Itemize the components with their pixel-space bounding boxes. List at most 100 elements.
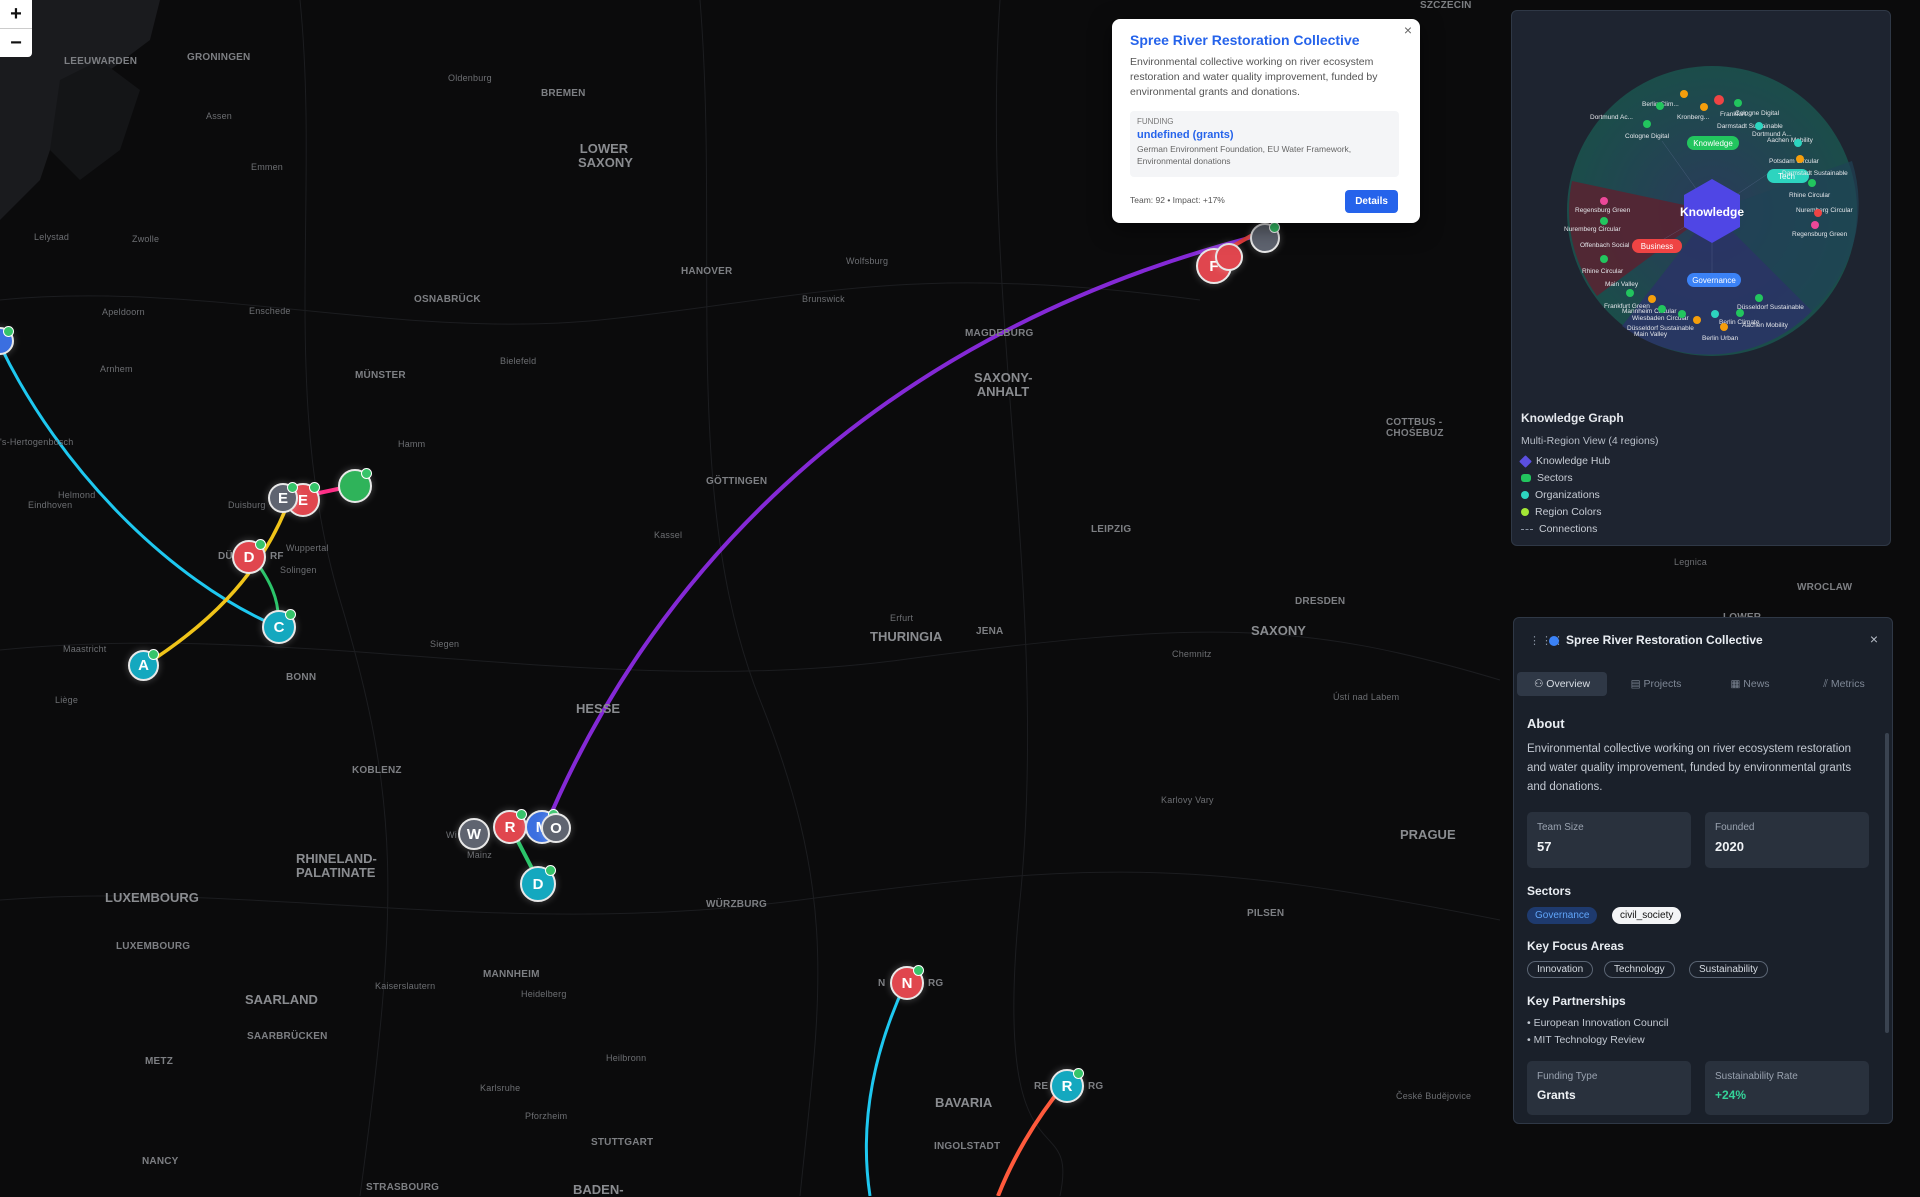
region-label: LOWER SAXONY bbox=[578, 141, 633, 170]
partnership-item: • MIT Technology Review bbox=[1527, 1034, 1645, 1046]
city-label: COTTBUS - CHOŚEBUZ bbox=[1386, 417, 1444, 439]
org-marker[interactable] bbox=[1250, 222, 1280, 253]
org-marker[interactable]: R bbox=[493, 809, 527, 844]
city-label: Hamm bbox=[398, 439, 426, 449]
org-marker[interactable] bbox=[338, 468, 372, 503]
zoom-out-button[interactable]: − bbox=[0, 29, 32, 57]
city-label: Siegen bbox=[430, 639, 460, 649]
city-label: České Budějovice bbox=[1396, 1091, 1472, 1101]
sector-chip: civil_society bbox=[1612, 907, 1682, 924]
org-marker[interactable]: A bbox=[128, 649, 159, 681]
kg-node-label: Main Valley bbox=[1605, 281, 1639, 288]
region-label: SAARLAND bbox=[245, 992, 318, 1007]
news-icon: ▦ bbox=[1730, 678, 1744, 690]
connection-arc-purple bbox=[543, 233, 1261, 829]
kg-node-label: Darmstadt Sustainable bbox=[1717, 123, 1783, 130]
focus-pill: Innovation bbox=[1527, 961, 1594, 978]
knowledge-graph-diagram[interactable]: Knowledge Knowledge Tech Business Govern… bbox=[1512, 11, 1891, 401]
status-dot-icon bbox=[1549, 636, 1559, 646]
region-label: HESSE bbox=[576, 701, 621, 716]
kg-node-label: Rhine Circular bbox=[1582, 268, 1624, 275]
kg-node-label: Kronberg... bbox=[1677, 114, 1709, 121]
sector-label: Governance bbox=[1692, 276, 1736, 285]
details-tabs: ⚇ Overview ▤ Projects ▦ News ⫽ Metrics bbox=[1517, 672, 1889, 696]
region-label: BADEN- bbox=[573, 1182, 624, 1197]
legend-item: Sectors bbox=[1521, 472, 1573, 484]
popup-funding-box: FUNDING undefined (grants) German Enviro… bbox=[1130, 111, 1399, 177]
connection-arc-cyan-west bbox=[0, 344, 277, 628]
city-label: N bbox=[878, 978, 886, 989]
sector-chip: Governance bbox=[1527, 907, 1598, 924]
city-label: WÜRZBURG bbox=[706, 899, 768, 910]
city-label: MANNHEIM bbox=[483, 969, 540, 980]
kg-node-label: Darmstadt Sustainable bbox=[1782, 170, 1848, 177]
city-label: Liège bbox=[55, 695, 79, 705]
org-marker[interactable]: W bbox=[458, 818, 490, 850]
popup-description: Environmental collective working on rive… bbox=[1130, 56, 1378, 98]
org-marker[interactable]: C bbox=[262, 609, 296, 644]
kg-node-label: Offenbach Social bbox=[1580, 242, 1630, 249]
tab-overview[interactable]: ⚇ Overview bbox=[1517, 672, 1607, 696]
legend-item: Region Colors bbox=[1521, 506, 1602, 518]
org-marker[interactable]: O bbox=[541, 813, 571, 843]
zoom-in-button[interactable]: + bbox=[0, 0, 32, 29]
city-label: DÜ bbox=[218, 551, 233, 562]
focus-pill: Technology bbox=[1604, 961, 1675, 978]
city-label: Bielefeld bbox=[500, 356, 537, 366]
drag-handle-icon[interactable]: ⋮⋮⋮ bbox=[1529, 634, 1565, 647]
city-label: BONN bbox=[286, 672, 317, 683]
city-label: GRONINGEN bbox=[187, 52, 251, 63]
org-popup: × Spree River Restoration Collective Env… bbox=[1112, 19, 1420, 223]
org-marker[interactable]: E bbox=[268, 482, 298, 513]
city-label: KOBLENZ bbox=[352, 765, 402, 776]
org-marker[interactable]: N bbox=[890, 965, 924, 1000]
region-label: RHINELAND- PALATINATE bbox=[296, 851, 377, 880]
city-label: PILSEN bbox=[1247, 908, 1285, 919]
city-label: RG bbox=[1088, 1081, 1104, 1092]
kg-node-label: Aachen Mobility bbox=[1767, 137, 1814, 144]
tab-metrics[interactable]: ⫽ Metrics bbox=[1799, 672, 1889, 696]
city-label: LEEUWARDEN bbox=[64, 56, 138, 67]
scrollbar[interactable] bbox=[1885, 733, 1889, 1033]
org-marker[interactable]: R bbox=[1050, 1068, 1084, 1103]
city-label: Wi bbox=[446, 830, 457, 840]
city-label: MAGDEBURG bbox=[965, 328, 1034, 339]
city-label: MÜNSTER bbox=[355, 370, 406, 381]
city-label: Karlovy Vary bbox=[1161, 795, 1214, 805]
city-label: RE bbox=[1034, 1081, 1049, 1092]
kg-node-label: Berlin Urban bbox=[1702, 335, 1739, 342]
city-label: BREMEN bbox=[541, 88, 586, 99]
popup-close-icon[interactable]: × bbox=[1404, 22, 1412, 38]
tab-projects[interactable]: ▤ Projects bbox=[1611, 672, 1701, 696]
city-label: STUTTGART bbox=[591, 1137, 654, 1148]
region-dot-icon bbox=[1521, 508, 1529, 516]
sector-label: Knowledge bbox=[1693, 139, 1733, 148]
city-label: Karlsruhe bbox=[480, 1083, 521, 1093]
city-label: Solingen bbox=[280, 565, 317, 575]
kg-node-label: Mannheim Circular bbox=[1622, 308, 1677, 315]
document-icon: ▤ bbox=[1630, 678, 1644, 690]
partnership-item: • European Innovation Council bbox=[1527, 1017, 1669, 1029]
city-label: Kassel bbox=[654, 530, 683, 540]
city-label: 's-Hertogenbosch bbox=[0, 437, 74, 447]
city-label: Erfurt bbox=[890, 613, 914, 623]
kg-node-label: Main Valley bbox=[1634, 331, 1668, 338]
city-label: RF bbox=[270, 551, 284, 562]
about-text: Environmental collective working on rive… bbox=[1527, 743, 1852, 793]
org-dot-icon bbox=[1521, 491, 1529, 499]
kg-node-label: Regensburg Green bbox=[1792, 231, 1848, 238]
org-marker[interactable]: D bbox=[232, 539, 266, 574]
kg-node-label: Regensburg Green bbox=[1575, 207, 1631, 214]
tab-news[interactable]: ▦ News bbox=[1705, 672, 1795, 696]
region-label: SAXONY- ANHALT bbox=[974, 370, 1033, 399]
legend-item: Connections bbox=[1521, 523, 1597, 535]
city-label: LUXEMBOURG bbox=[116, 941, 191, 952]
org-marker[interactable]: D bbox=[520, 865, 556, 902]
city-label: Kaiserslautern bbox=[375, 981, 436, 991]
knowledge-graph-panel: Knowledge Knowledge Tech Business Govern… bbox=[1511, 10, 1891, 546]
popup-funding-label: FUNDING bbox=[1137, 117, 1174, 126]
close-icon[interactable]: × bbox=[1870, 631, 1878, 647]
details-header[interactable]: ⋮⋮⋮ Spree River Restoration Collective × bbox=[1514, 618, 1892, 660]
org-marker[interactable] bbox=[1215, 243, 1243, 271]
details-button[interactable]: Details bbox=[1345, 190, 1398, 213]
